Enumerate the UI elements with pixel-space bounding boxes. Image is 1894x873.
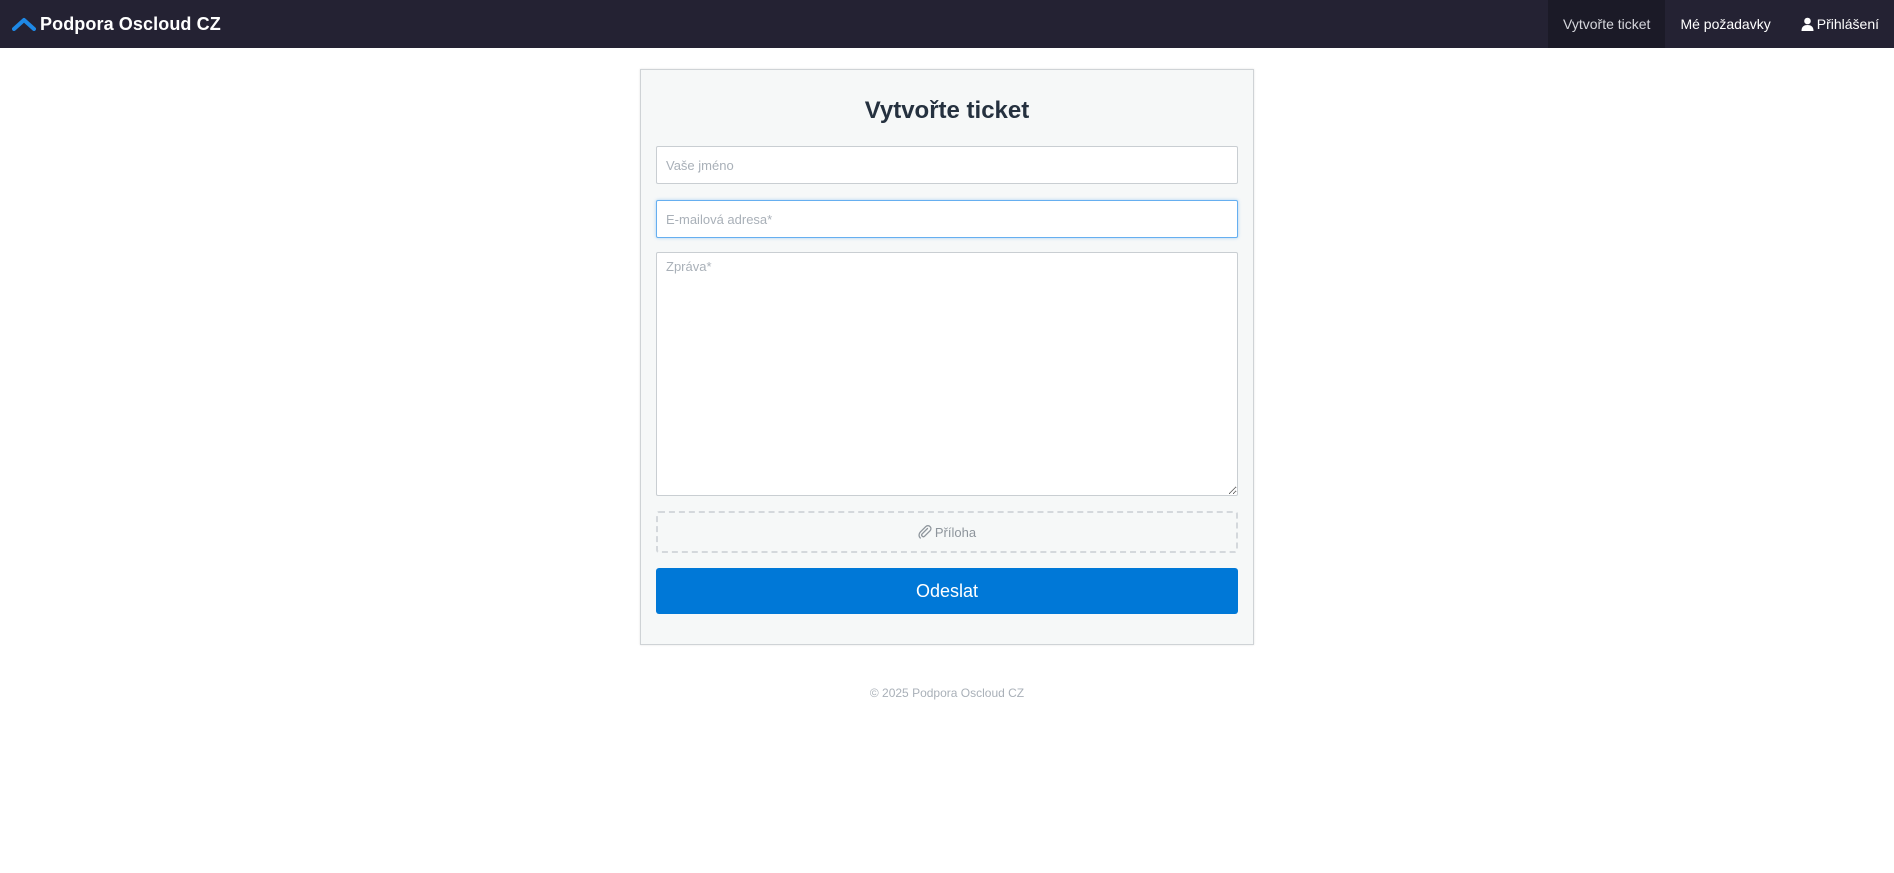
nav-login-label: Přihlášení bbox=[1816, 16, 1879, 32]
brand-link[interactable]: Podpora Oscloud CZ bbox=[0, 0, 221, 48]
nav-links: Vytvořte ticket Mé požadavky Přihlášení bbox=[1548, 0, 1894, 48]
footer-copyright: © 2025 Podpora Oscloud CZ bbox=[869, 686, 1025, 700]
attachment-dropzone[interactable]: Příloha bbox=[656, 511, 1238, 553]
name-input[interactable] bbox=[656, 146, 1238, 184]
nav-create-ticket-label: Vytvořte ticket bbox=[1563, 16, 1651, 32]
nav-login[interactable]: Přihlášení bbox=[1786, 0, 1894, 48]
email-input[interactable] bbox=[656, 200, 1238, 238]
message-textarea[interactable] bbox=[656, 252, 1238, 496]
top-navbar: Podpora Oscloud CZ Vytvořte ticket Mé po… bbox=[0, 0, 1894, 48]
chevron-up-icon bbox=[12, 17, 36, 31]
submit-button[interactable]: Odeslat bbox=[656, 568, 1238, 614]
attachment-label: Příloha bbox=[934, 524, 977, 540]
ticket-form-card: Vytvořte ticket Příloha Odeslat bbox=[640, 69, 1254, 645]
nav-create-ticket[interactable]: Vytvořte ticket bbox=[1548, 0, 1666, 48]
nav-my-requests-label: Mé požadavky bbox=[1680, 16, 1771, 32]
form-title: Vytvořte ticket bbox=[864, 97, 1030, 124]
nav-my-requests[interactable]: Mé požadavky bbox=[1665, 0, 1785, 48]
user-icon bbox=[1801, 17, 1814, 31]
paperclip-icon bbox=[918, 525, 932, 539]
brand-name: Podpora Oscloud CZ bbox=[40, 13, 221, 34]
